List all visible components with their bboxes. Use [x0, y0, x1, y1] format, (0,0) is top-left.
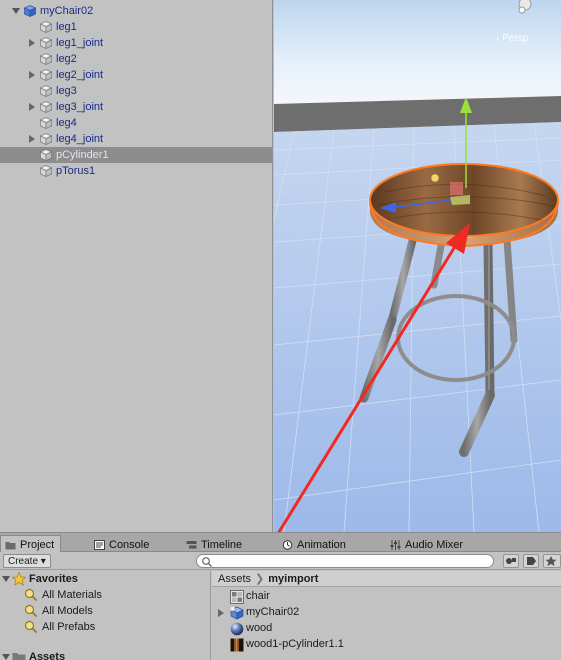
hierarchy-item[interactable]: pCylinder1 — [0, 147, 272, 163]
hierarchy-item-label: leg2 — [56, 53, 77, 65]
favorite-star-icon[interactable] — [543, 554, 561, 568]
hierarchy-item-label: myChair02 — [40, 5, 94, 17]
hierarchy-item[interactable]: leg2_joint — [0, 67, 272, 83]
hierarchy-item-label: leg1_joint — [56, 37, 104, 49]
audio-mixer-icon — [390, 539, 401, 550]
tab-timeline[interactable]: Timeline — [186, 536, 242, 553]
tab-label: Timeline — [201, 538, 243, 551]
gameobject-cube-icon — [39, 101, 53, 114]
favorites-star-icon — [12, 572, 26, 586]
filter-by-type-icon[interactable] — [503, 554, 519, 568]
hierarchy-item[interactable]: leg3_joint — [0, 99, 272, 115]
timeline-icon — [186, 540, 197, 550]
hierarchy-item-label: leg1 — [56, 21, 77, 33]
scene-canvas[interactable] — [274, 0, 561, 532]
hierarchy-item-label: pCylinder1 — [56, 149, 109, 161]
assets-label: Assets — [29, 651, 66, 660]
gameobject-cube-icon — [39, 149, 53, 162]
hierarchy-item-label: leg3_joint — [56, 101, 104, 113]
tab-label: Project — [20, 538, 55, 551]
hierarchy-item[interactable]: leg1 — [0, 19, 272, 35]
gameobject-cube-icon — [39, 53, 53, 66]
breadcrumb: Assets ❯ myimport — [212, 571, 561, 587]
material-sphere-icon — [230, 622, 244, 636]
favorites-item[interactable]: All Models — [24, 603, 93, 619]
foldout-open-icon[interactable] — [2, 653, 10, 660]
animation-clock-icon — [282, 539, 293, 550]
bottom-tab-bar: Project Console Timeline Animation Audio Mix… — [0, 532, 561, 553]
favorites-label: Favorites — [29, 573, 78, 585]
foldout-closed-icon[interactable] — [28, 71, 36, 79]
project-search-input[interactable] — [196, 554, 494, 568]
breadcrumb-assets[interactable]: Assets — [218, 573, 251, 585]
gameobject-cube-icon — [39, 37, 53, 50]
search-filter-icon — [24, 604, 38, 618]
favorites-item-label: All Materials — [42, 589, 102, 601]
console-icon — [94, 539, 105, 550]
assets-folder-header[interactable]: Assets — [0, 649, 65, 660]
tab-console[interactable]: Console — [94, 536, 149, 553]
gameobject-cube-icon — [39, 21, 53, 34]
foldout-closed-icon[interactable] — [28, 103, 36, 111]
asset-item-label: wood — [246, 622, 273, 634]
scene-view[interactable]: ‹ Persp — [274, 0, 561, 532]
projection-label[interactable]: ‹ Persp — [496, 33, 528, 44]
foldout-open-icon[interactable] — [12, 7, 20, 15]
filter-by-label-icon[interactable] — [523, 554, 539, 568]
hierarchy-item-label: leg4_joint — [56, 133, 104, 145]
breadcrumb-separator-icon: ❯ — [255, 573, 265, 585]
search-icon — [202, 557, 212, 567]
folder-icon — [5, 540, 16, 550]
model-prefab-icon — [230, 606, 244, 620]
favorites-item-label: All Prefabs — [42, 621, 96, 633]
project-toolbar: Create ▾ — [0, 552, 561, 570]
project-assets-panel: Assets ❯ myimport chair myChair02 wood wood… — [212, 571, 561, 660]
tab-audio-mixer[interactable]: Audio Mixer — [390, 536, 463, 553]
tab-animation[interactable]: Animation — [282, 536, 346, 553]
gameobject-cube-icon — [39, 69, 53, 82]
foldout-closed-icon[interactable] — [217, 609, 225, 617]
gameobject-cube-icon — [39, 85, 53, 98]
hierarchy-item-label: leg3 — [56, 85, 77, 97]
asset-item-label: wood1-pCylinder1.1 — [246, 638, 344, 650]
hierarchy-item[interactable]: pTorus1 — [0, 163, 272, 179]
wood-texture-icon — [230, 638, 244, 652]
favorites-item-label: All Models — [42, 605, 93, 617]
asset-item-label: myChair02 — [246, 606, 300, 618]
favorites-header[interactable]: Favorites — [0, 571, 78, 587]
gameobject-cube-icon — [39, 133, 53, 146]
prefab-cube-icon — [23, 5, 37, 18]
search-filter-icon — [24, 620, 38, 634]
hierarchy-item-label: leg2_joint — [56, 69, 104, 81]
foldout-open-icon[interactable] — [2, 575, 10, 583]
hierarchy-item[interactable]: leg2 — [0, 51, 272, 67]
hierarchy-item[interactable]: leg1_joint — [0, 35, 272, 51]
tab-label: Console — [109, 538, 150, 551]
texture-icon — [230, 590, 244, 604]
breadcrumb-myimport[interactable]: myimport — [268, 573, 318, 585]
favorites-item[interactable]: All Materials — [24, 587, 102, 603]
asset-item-label: chair — [246, 590, 270, 602]
tab-label: Animation — [297, 538, 346, 551]
favorites-item[interactable]: All Prefabs — [24, 619, 95, 635]
hierarchy-item[interactable]: leg4 — [0, 115, 272, 131]
hierarchy-item-label: pTorus1 — [56, 165, 96, 177]
project-favorites-panel: Favorites All Materials All Models All Pref… — [0, 571, 211, 660]
tab-label: Audio Mixer — [405, 538, 464, 551]
hierarchy-item[interactable]: leg3 — [0, 83, 272, 99]
hierarchy-item[interactable]: myChair02 — [0, 3, 272, 19]
search-filter-icon — [24, 588, 38, 602]
hierarchy-item[interactable]: leg4_joint — [0, 131, 272, 147]
gameobject-cube-icon — [39, 165, 53, 178]
foldout-closed-icon[interactable] — [28, 135, 36, 143]
create-button[interactable]: Create ▾ — [3, 554, 51, 568]
hierarchy-item-label: leg4 — [56, 117, 77, 129]
foldout-closed-icon[interactable] — [28, 39, 36, 47]
hierarchy-panel: myChair02 leg1 leg1_joint leg2 leg2_jointleg… — [0, 0, 273, 532]
folder-icon — [12, 651, 26, 660]
gameobject-cube-icon — [39, 117, 53, 130]
tab-project[interactable]: Project — [0, 535, 62, 553]
